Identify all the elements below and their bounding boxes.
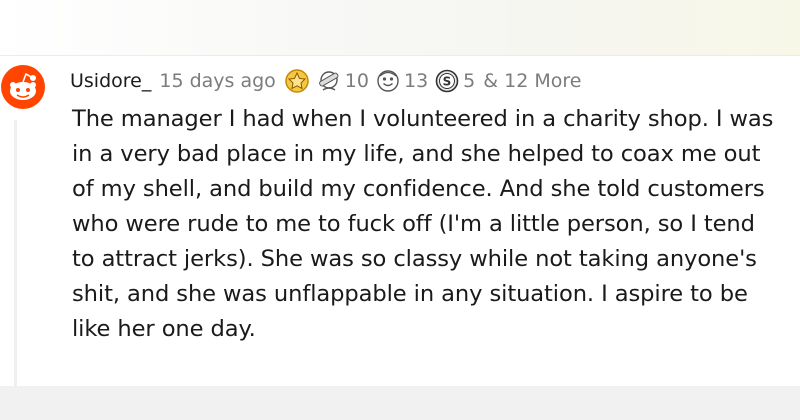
bandaged-award-icon	[318, 71, 339, 91]
bottom-background-band	[0, 386, 800, 420]
more-awards-link[interactable]: & 12 More	[483, 70, 581, 92]
comment-body: The manager I had when I volunteered in …	[72, 106, 774, 342]
user-avatar[interactable]	[0, 64, 46, 110]
silver-coin-award-icon: S	[435, 69, 459, 93]
award-silver[interactable]: S 5	[434, 68, 475, 94]
wholesome-face-award-icon	[377, 70, 399, 92]
top-background-band	[0, 0, 800, 56]
comment-header: Usidore_ 15 days ago 10 13 S 5 & 12 More	[70, 66, 581, 96]
username-link[interactable]: Usidore_	[70, 70, 151, 92]
comment-timestamp[interactable]: 15 days ago	[159, 70, 275, 92]
award-wholesome[interactable]: 13	[375, 68, 428, 94]
thread-collapse-line[interactable]	[14, 120, 17, 386]
gold-award-icon	[285, 69, 309, 93]
award-bandaged[interactable]: 10	[316, 68, 369, 94]
award-count: 13	[403, 70, 429, 92]
svg-text:S: S	[443, 75, 452, 89]
snoo-avatar-icon	[1, 65, 45, 109]
award-count: 10	[344, 70, 369, 92]
award-count: 5	[463, 70, 476, 92]
award-gold[interactable]	[284, 68, 310, 94]
